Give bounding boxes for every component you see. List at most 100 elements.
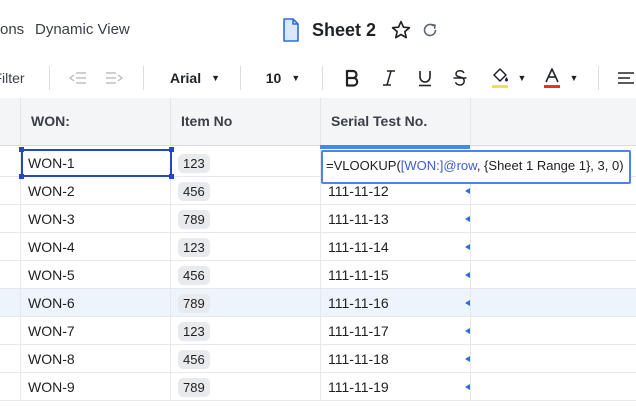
row-gutter[interactable] — [0, 317, 21, 345]
top-bar: ons Dynamic View Sheet 2 — [0, 0, 636, 58]
cell-serial[interactable]: 111-11-14 — [321, 233, 471, 261]
column-header-item-no[interactable]: Item No — [171, 98, 321, 146]
cell-item-no[interactable]: 456 — [171, 177, 321, 205]
cell-link-indicator-icon — [465, 384, 470, 390]
outdent-icon — [69, 72, 86, 84]
selection-handle[interactable] — [169, 174, 174, 179]
cell-serial[interactable]: 111-11-18 — [321, 345, 471, 373]
chevron-down-icon: ▼ — [517, 73, 527, 83]
cell-item-no[interactable]: 789 — [171, 205, 321, 233]
table-row[interactable]: WON-8 456 111-11-18 — [0, 345, 636, 373]
filter-button[interactable]: Filter — [0, 58, 30, 98]
fill-color-button[interactable]: ▼ — [486, 58, 530, 98]
toolbar-divider — [143, 66, 144, 90]
item-no-pill: 789 — [178, 210, 210, 229]
row-gutter[interactable] — [0, 345, 21, 373]
item-no-pill: 456 — [178, 266, 210, 285]
strikethrough-icon — [453, 70, 467, 86]
cell-item-no[interactable]: 123 — [171, 149, 321, 177]
chevron-down-icon: ▼ — [569, 73, 579, 83]
font-size-select[interactable]: 10 ▼ — [258, 58, 308, 98]
cell-won[interactable]: WON-4 — [21, 233, 171, 261]
row-gutter-header — [0, 98, 21, 146]
column-header-serial-test-no[interactable]: Serial Test No. — [321, 98, 471, 146]
table-row[interactable]: WON-3 789 111-11-13 — [0, 205, 636, 233]
selection-handle[interactable] — [19, 174, 24, 179]
text-color-button[interactable]: ▼ — [538, 58, 582, 98]
align-button[interactable] — [614, 58, 636, 98]
outdent-button[interactable] — [66, 58, 90, 98]
cell-link-indicator-icon — [465, 188, 470, 194]
cell-won[interactable]: WON-2 — [21, 177, 171, 205]
row-gutter[interactable] — [0, 205, 21, 233]
cell-won[interactable]: WON-8 — [21, 345, 171, 373]
cell-item-no[interactable]: 789 — [171, 373, 321, 401]
nav-item-dynamic-view[interactable]: Dynamic View — [35, 21, 130, 38]
cell-won[interactable]: WON-7 — [21, 317, 171, 345]
cell-serial[interactable]: 111-11-19 — [321, 373, 471, 401]
formula-arguments: , {Sheet 1 Range 1}, 3, 0) — [476, 158, 624, 173]
cell-won[interactable]: WON-6 — [21, 289, 171, 317]
table-row[interactable]: WON-7 123 111-11-17 — [0, 317, 636, 345]
paint-bucket-icon — [491, 68, 508, 88]
font-size-value: 10 — [265, 70, 282, 86]
row-gutter[interactable] — [0, 373, 21, 401]
italic-button[interactable] — [377, 58, 401, 98]
bold-button[interactable] — [340, 58, 364, 98]
row-gutter[interactable] — [0, 289, 21, 317]
cell-link-indicator-icon — [465, 300, 470, 306]
table-row[interactable]: WON-9 789 111-11-19 — [0, 373, 636, 401]
formula-column-reference: [WON:]@row — [400, 158, 477, 173]
row-gutter[interactable] — [0, 261, 21, 289]
indent-button[interactable] — [102, 58, 126, 98]
cell-item-no[interactable]: 789 — [171, 289, 321, 317]
cell-link-indicator-icon — [465, 328, 470, 334]
column-header-row: WON: Item No Serial Test No. — [0, 98, 636, 146]
nav-item-truncated[interactable]: ons — [0, 21, 24, 38]
text-color-icon — [543, 68, 560, 88]
column-header-won[interactable]: WON: — [21, 98, 171, 146]
refresh-icon[interactable] — [420, 20, 440, 40]
strikethrough-button[interactable] — [448, 58, 472, 98]
font-select[interactable]: Arial ▼ — [160, 58, 230, 98]
cell-item-no[interactable]: 456 — [171, 345, 321, 373]
cell-serial[interactable]: 111-11-15 — [321, 261, 471, 289]
item-no-pill: 123 — [178, 238, 210, 257]
toolbar-divider — [598, 66, 599, 90]
selection-handle[interactable] — [169, 147, 174, 152]
toolbar: Filter Arial ▼ 10 ▼ — [0, 58, 636, 98]
align-left-icon — [618, 72, 634, 84]
table-row[interactable]: WON-6 789 111-11-16 — [0, 289, 636, 317]
cell-won[interactable]: WON-9 — [21, 373, 171, 401]
underline-button[interactable] — [413, 58, 437, 98]
cell-item-no[interactable]: 456 — [171, 261, 321, 289]
row-gutter[interactable] — [0, 177, 21, 205]
sheet-title[interactable]: Sheet 2 — [312, 20, 376, 41]
formula-editor[interactable]: =VLOOKUP([WON:]@row, {Sheet 1 Range 1}, … — [321, 150, 631, 184]
cell-item-no[interactable]: 123 — [171, 317, 321, 345]
sheet-grid: WON: Item No Serial Test No. WON-1 123 W… — [0, 98, 636, 407]
row-gutter[interactable] — [0, 233, 21, 261]
table-row[interactable]: WON-4 123 111-11-14 — [0, 233, 636, 261]
table-row[interactable]: WON-5 456 111-11-15 — [0, 261, 636, 289]
item-no-pill: 456 — [178, 182, 210, 201]
cell-link-indicator-icon — [465, 356, 470, 362]
cell-serial[interactable]: 111-11-13 — [321, 205, 471, 233]
underline-icon — [419, 71, 431, 87]
cell-item-no[interactable]: 123 — [171, 233, 321, 261]
item-no-pill: 123 — [178, 322, 210, 341]
item-no-pill: 456 — [178, 350, 210, 369]
cell-link-indicator-icon — [465, 272, 470, 278]
row-gutter[interactable] — [0, 149, 21, 177]
cell-won[interactable]: WON-5 — [21, 261, 171, 289]
star-icon[interactable] — [390, 19, 412, 41]
selected-cell-outline — [19, 147, 174, 179]
cell-serial[interactable]: 111-11-17 — [321, 317, 471, 345]
selection-handle[interactable] — [19, 147, 24, 152]
item-no-pill: 123 — [178, 154, 210, 173]
item-no-pill: 789 — [178, 294, 210, 313]
chevron-down-icon: ▼ — [211, 73, 221, 83]
cell-serial[interactable]: 111-11-16 — [321, 289, 471, 317]
cell-won[interactable]: WON-3 — [21, 205, 171, 233]
toolbar-divider — [322, 66, 323, 90]
